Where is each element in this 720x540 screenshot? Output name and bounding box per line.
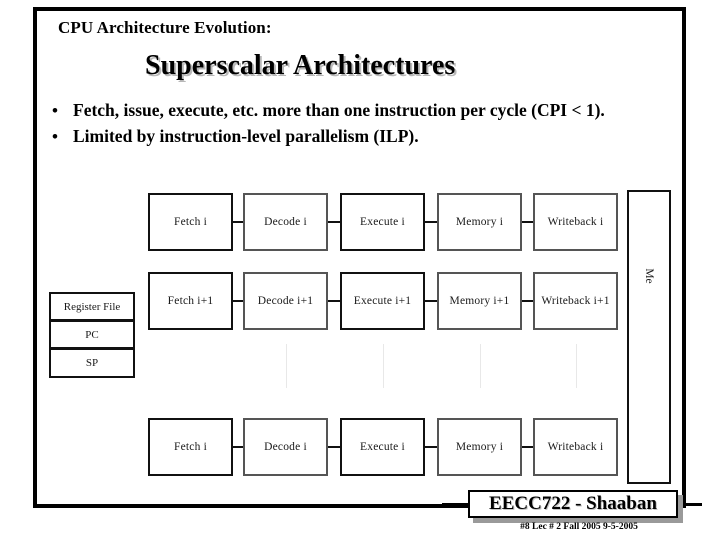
slide-border-frame xyxy=(33,7,686,508)
bullet-text: Limited by instruction-level parallelism… xyxy=(73,126,419,146)
bullet-text: Fetch, issue, execute, etc. more than on… xyxy=(73,100,605,120)
page-title: Superscalar Architectures xyxy=(145,50,456,81)
list-item: • Limited by instruction-level paralleli… xyxy=(47,124,647,149)
footer-course-title: EECC722 - Shaaban xyxy=(489,493,657,514)
slide-canvas: CPU Architecture Evolution: Superscalar … xyxy=(0,0,720,540)
slide-kicker: CPU Architecture Evolution: xyxy=(58,18,272,37)
list-item: • Fetch, issue, execute, etc. more than … xyxy=(47,98,647,123)
bullet-list: • Fetch, issue, execute, etc. more than … xyxy=(47,98,647,150)
bullet-marker-icon: • xyxy=(52,127,58,146)
bullet-marker-icon: • xyxy=(52,101,58,120)
footer-box: EECC722 - Shaaban xyxy=(468,490,678,518)
footer-meta: #8 Lec # 2 Fall 2005 9-5-2005 xyxy=(520,522,638,532)
